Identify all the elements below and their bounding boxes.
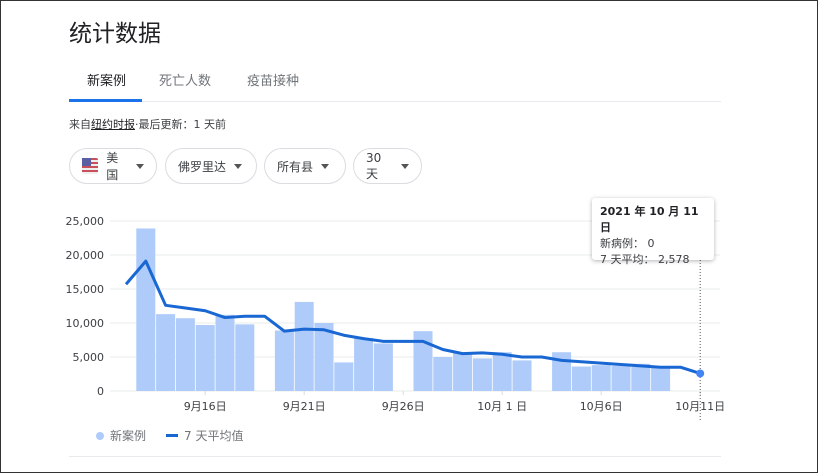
legend-line-icon <box>166 434 178 437</box>
legend-average-label: 7 天平均值 <box>184 429 244 443</box>
case-bar <box>453 352 473 391</box>
x-tick-label: 9月16日 <box>184 400 227 413</box>
case-bar <box>354 337 374 391</box>
x-tick-label: 10月6日 <box>580 400 623 413</box>
tooltip-avg-label: 7 天平均： <box>600 253 655 266</box>
legend-cases: 新案例 <box>96 427 146 444</box>
legend-average: 7 天平均值 <box>166 427 243 444</box>
case-bar <box>472 358 492 391</box>
legend-cases-label: 新案例 <box>110 429 147 443</box>
tooltip-avg-value: 2,578 <box>658 253 690 266</box>
case-bar <box>591 365 611 391</box>
case-bar <box>215 314 235 391</box>
case-bar <box>571 366 591 391</box>
legend-dot-icon <box>96 431 104 440</box>
case-bar <box>611 365 631 391</box>
case-bar <box>195 325 215 391</box>
tooltip-cases-label: 新病例： <box>600 237 644 250</box>
case-bar <box>631 363 651 391</box>
case-bar <box>334 362 354 391</box>
chart-tooltip: 2021 年 10 月 11 日 新病例： 0 7 天平均： 2,578 <box>592 198 714 266</box>
y-tick-label: 15,000 <box>66 283 105 296</box>
tooltip-cases-value: 0 <box>647 237 655 250</box>
x-tick-label: 9月26日 <box>382 400 425 413</box>
y-tick-label: 5,000 <box>73 351 105 364</box>
case-bar <box>314 323 334 391</box>
case-bar <box>294 301 314 391</box>
case-bar <box>156 314 176 391</box>
x-tick-label: 9月21日 <box>283 400 326 413</box>
divider <box>69 456 721 457</box>
y-tick-label: 25,000 <box>66 215 105 228</box>
x-tick-label: 10月 1 日 <box>477 400 527 413</box>
case-bar <box>433 357 453 391</box>
average-point <box>696 369 705 378</box>
case-bar <box>492 352 512 391</box>
case-bar <box>373 343 393 391</box>
y-tick-label: 10,000 <box>66 317 105 330</box>
y-tick-label: 0 <box>97 385 104 398</box>
case-bar <box>235 324 255 391</box>
case-bar <box>175 318 195 391</box>
case-bar <box>136 228 156 391</box>
case-bar <box>512 360 532 391</box>
case-bar <box>274 330 294 391</box>
case-bar <box>651 367 671 391</box>
tooltip-date: 2021 年 10 月 11 日 <box>600 205 699 234</box>
y-tick-label: 20,000 <box>66 249 105 262</box>
